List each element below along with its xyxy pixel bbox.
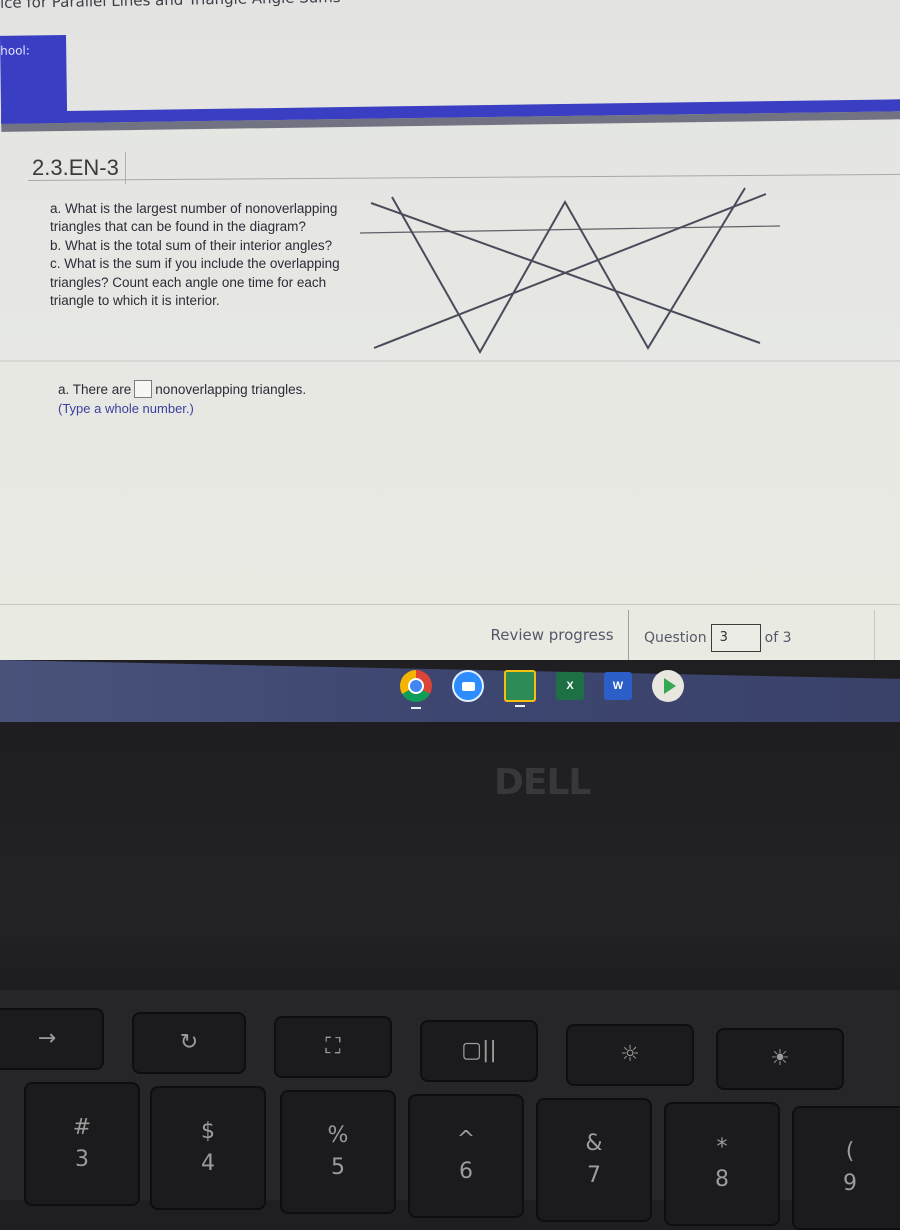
prompt-part-b: b. What is the total sum of their interi…: [50, 237, 333, 253]
refresh-icon: ↻: [179, 1030, 199, 1055]
key-5[interactable]: % 5: [280, 1090, 396, 1214]
horizontal-line: [360, 225, 780, 234]
key-digit: 3: [75, 1147, 89, 1172]
prompt-part-c: c. What is the sum if you include the ov…: [50, 256, 340, 309]
question-total: of 3: [764, 630, 792, 646]
brightness-down-icon: ☼: [620, 1042, 640, 1067]
footer-divider: [0, 604, 900, 605]
laptop-bezel: DELL: [0, 722, 900, 1002]
answer-input[interactable]: [134, 380, 153, 398]
key-3[interactable]: #3: [24, 1082, 140, 1206]
key-symbol: ^: [456, 1127, 476, 1152]
answer-area: a. There are nonoverlapping triangles. (…: [58, 380, 306, 416]
zoom-icon[interactable]: [452, 670, 484, 702]
keyboard: → ↻ ⛶ ▢|| ☼ ☀ #3 $4 % 5 ^ 6 & 7 * 8 (9: [0, 990, 900, 1230]
key-digit: 4: [201, 1151, 215, 1176]
key-forward[interactable]: →: [0, 1008, 104, 1070]
key-symbol: (: [845, 1139, 855, 1164]
brightness-up-icon: ☀: [770, 1046, 790, 1071]
browser-screen: tice for Parallel Lines and Triangle Ang…: [0, 0, 900, 660]
zigzag-line: [391, 187, 746, 355]
key-symbol: $: [201, 1119, 215, 1144]
page-title: tice for Parallel Lines and Triangle Ang…: [0, 0, 594, 20]
key-symbol: &: [585, 1131, 603, 1156]
key-overview[interactable]: ▢||: [420, 1020, 538, 1082]
review-progress-button[interactable]: Review progress: [476, 610, 629, 660]
school-label: hool:: [0, 43, 30, 58]
key-brightness-up[interactable]: ☀: [716, 1028, 844, 1090]
section-separator: [0, 360, 900, 362]
key-digit: 6: [459, 1159, 473, 1184]
key-9[interactable]: (9: [792, 1106, 900, 1230]
google-classroom-icon[interactable]: [504, 670, 536, 707]
fullscreen-icon: ⛶: [325, 1034, 341, 1059]
word-icon[interactable]: W: [604, 672, 632, 700]
key-digit: 5: [331, 1155, 345, 1180]
key-symbol: *: [716, 1135, 728, 1160]
forward-icon: →: [37, 1026, 57, 1051]
prompt-part-a: a. What is the largest number of nonover…: [50, 201, 338, 235]
key-brightness-down[interactable]: ☼: [566, 1024, 694, 1086]
shelf-apps: X W: [400, 670, 684, 709]
key-6[interactable]: ^ 6: [408, 1094, 524, 1218]
key-digit: 9: [843, 1171, 857, 1196]
chrome-icon[interactable]: [400, 670, 432, 709]
overview-icon: ▢||: [461, 1038, 497, 1063]
answer-suffix: nonoverlapping triangles.: [155, 381, 307, 397]
answer-hint: (Type a whole number.): [58, 401, 194, 416]
key-4[interactable]: $4: [150, 1086, 266, 1210]
key-symbol: #: [72, 1115, 92, 1140]
play-store-icon[interactable]: [652, 670, 684, 702]
key-8[interactable]: * 8: [664, 1102, 780, 1226]
key-7[interactable]: & 7: [536, 1098, 652, 1222]
key-refresh[interactable]: ↻: [132, 1012, 246, 1074]
question-label: Question: [644, 630, 707, 646]
next-button[interactable]: [874, 610, 900, 660]
question-prompt: a. What is the largest number of nonover…: [50, 200, 370, 310]
question-number-input[interactable]: 3: [710, 624, 761, 652]
key-symbol: %: [327, 1123, 349, 1148]
answer-prefix: a. There are: [58, 381, 132, 397]
triangle-diagram: [360, 187, 780, 355]
key-digit: 8: [715, 1167, 729, 1192]
excel-icon[interactable]: X: [556, 672, 584, 700]
key-fullscreen[interactable]: ⛶: [274, 1016, 392, 1078]
key-digit: 7: [587, 1163, 601, 1188]
question-navigator: Question 3 of 3: [644, 624, 791, 652]
dell-logo: DELL: [494, 762, 591, 803]
header-band: hool:: [0, 23, 900, 132]
